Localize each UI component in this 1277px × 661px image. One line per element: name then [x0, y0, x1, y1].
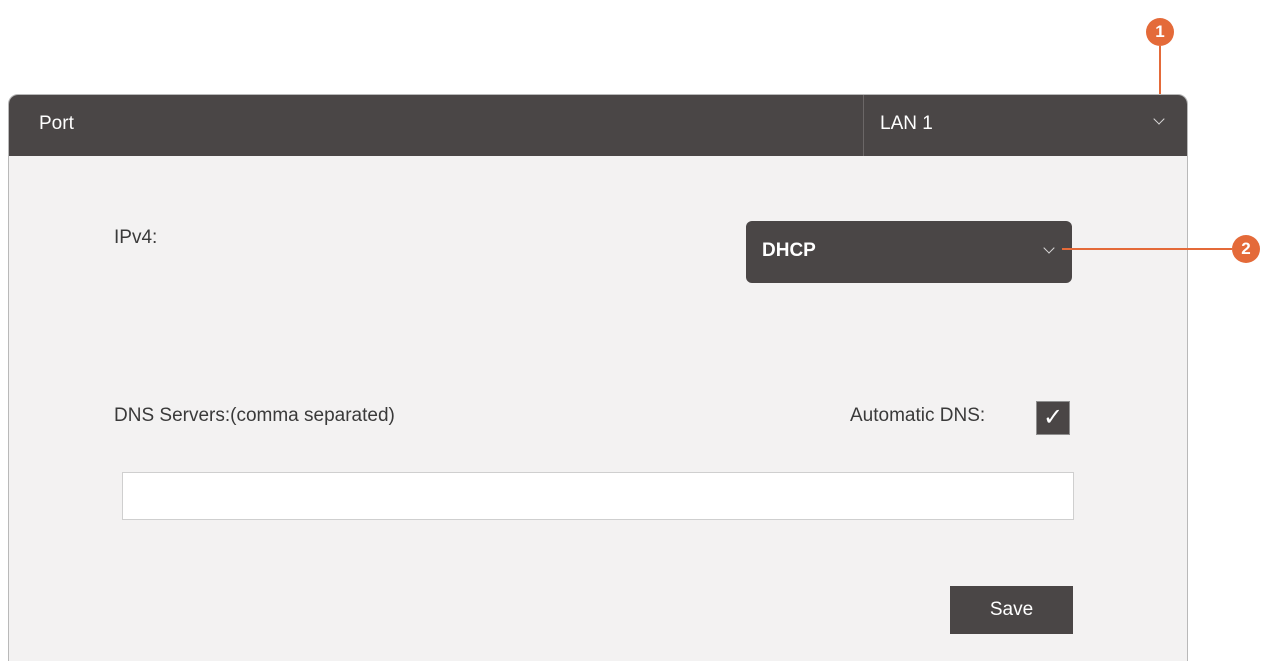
- port-label: Port: [39, 113, 74, 134]
- ipv4-label: IPv4:: [114, 227, 158, 248]
- ipv4-mode-select[interactable]: DHCP: [746, 221, 1072, 283]
- page: 1 Port LAN 1 IPv4: DHCP DNS Servers:(com…: [0, 0, 1277, 661]
- callout-line-2: [1062, 248, 1232, 250]
- save-button[interactable]: Save: [950, 586, 1073, 634]
- dns-servers-label: DNS Servers:(comma separated): [114, 405, 395, 426]
- chevron-down-icon: [1153, 113, 1165, 125]
- network-port-panel: Port LAN 1 IPv4: DHCP DNS Servers:(comma…: [8, 94, 1188, 661]
- dns-servers-input[interactable]: [122, 472, 1074, 520]
- panel-header: Port LAN 1: [9, 95, 1187, 156]
- port-select-value: LAN 1: [880, 113, 933, 134]
- callout-marker-2: 2: [1232, 235, 1260, 263]
- chevron-down-icon: [1043, 242, 1055, 254]
- callout-marker-1: 1: [1146, 18, 1174, 46]
- checkmark-icon: ✓: [1042, 404, 1064, 431]
- ipv4-mode-value: DHCP: [762, 240, 816, 261]
- automatic-dns-label: Automatic DNS:: [850, 405, 986, 426]
- automatic-dns-checkbox[interactable]: ✓: [1036, 401, 1070, 435]
- port-select[interactable]: LAN 1: [864, 95, 1187, 156]
